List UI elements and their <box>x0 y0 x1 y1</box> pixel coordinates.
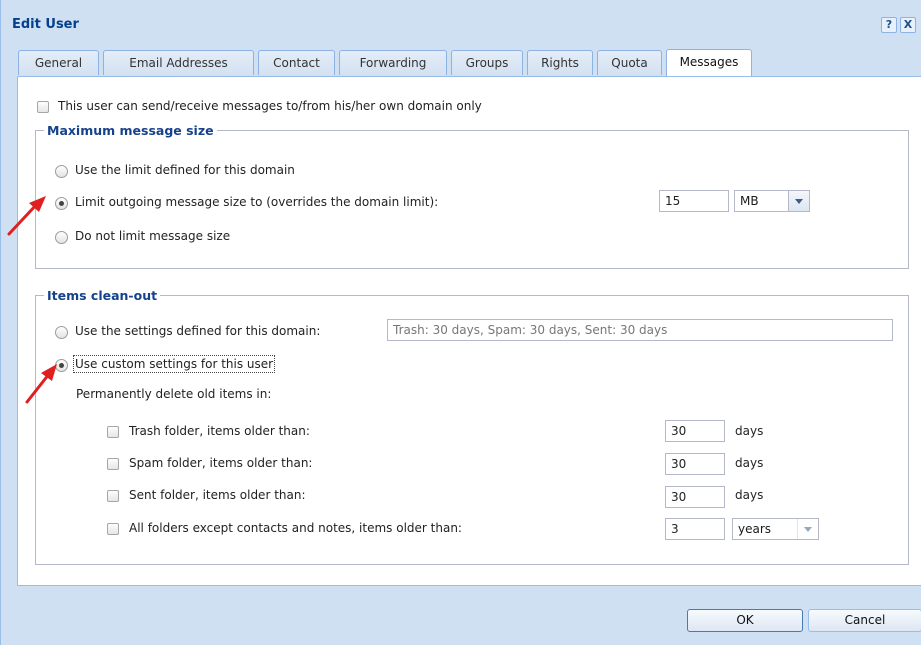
edit-user-window: Edit User ? X General Email Addresses Co… <box>0 0 921 645</box>
delete-old-items-label: Permanently delete old items in: <box>76 387 272 401</box>
close-icon[interactable]: X <box>900 17 916 33</box>
tab-email-addresses[interactable]: Email Addresses <box>103 50 254 75</box>
cancel-button[interactable]: Cancel <box>808 609 921 632</box>
messages-panel: This user can send/receive messages to/f… <box>17 76 921 586</box>
tab-forwarding[interactable]: Forwarding <box>339 50 447 75</box>
all-folders-unit-select[interactable]: years <box>732 518 819 540</box>
own-domain-label: This user can send/receive messages to/f… <box>58 99 482 113</box>
radio-domain-cleanout[interactable] <box>55 326 68 339</box>
sent-days-unit: days <box>735 488 764 502</box>
size-unit-select[interactable]: MB <box>734 190 810 212</box>
ok-button[interactable]: OK <box>687 609 803 632</box>
tab-quota[interactable]: Quota <box>597 50 662 75</box>
radio-domain-limit-label: Use the limit defined for this domain <box>75 163 295 177</box>
radio-custom-cleanout-label: Use custom settings for this user <box>72 355 276 373</box>
size-unit-value: MB <box>740 194 759 208</box>
spam-days-input[interactable]: 30 <box>665 453 725 475</box>
title-bar: Edit User ? X <box>1 0 921 44</box>
sent-days-input[interactable]: 30 <box>665 486 725 508</box>
trash-cleanout-label: Trash folder, items older than: <box>129 424 310 438</box>
trash-cleanout-checkbox[interactable] <box>107 426 119 438</box>
own-domain-checkbox[interactable] <box>37 101 49 113</box>
annotation-arrow-icon <box>25 364 57 404</box>
help-icon[interactable]: ? <box>881 17 897 33</box>
tab-messages[interactable]: Messages <box>666 49 752 78</box>
radio-domain-cleanout-label: Use the settings defined for this domain… <box>75 324 321 338</box>
radio-custom-limit[interactable] <box>55 197 68 210</box>
sent-cleanout-checkbox[interactable] <box>107 490 119 502</box>
all-folders-cleanout-label: All folders except contacts and notes, i… <box>129 521 462 535</box>
trash-days-input[interactable]: 30 <box>665 420 725 442</box>
all-folders-unit-value: years <box>738 522 772 536</box>
window-title: Edit User <box>12 17 79 32</box>
all-folders-cleanout-checkbox[interactable] <box>107 523 119 535</box>
annotation-arrow-icon <box>7 196 46 236</box>
max-size-legend: Maximum message size <box>47 123 214 138</box>
tab-contact[interactable]: Contact <box>258 50 335 75</box>
tab-groups[interactable]: Groups <box>451 50 523 75</box>
tab-rights[interactable]: Rights <box>527 50 593 75</box>
all-folders-age-input[interactable]: 3 <box>665 518 725 540</box>
spam-days-unit: days <box>735 456 764 470</box>
sent-cleanout-label: Sent folder, items older than: <box>129 488 306 502</box>
message-size-input[interactable]: 15 <box>659 190 729 212</box>
spam-cleanout-checkbox[interactable] <box>107 458 119 470</box>
cleanout-legend: Items clean-out <box>47 288 158 303</box>
chevron-down-icon[interactable] <box>797 519 818 539</box>
trash-days-unit: days <box>735 424 764 438</box>
radio-no-limit[interactable] <box>55 231 68 244</box>
spam-cleanout-label: Spam folder, items older than: <box>129 456 313 470</box>
chevron-down-icon[interactable] <box>788 191 809 211</box>
tab-general[interactable]: General <box>18 50 99 75</box>
domain-cleanout-settings: Trash: 30 days, Spam: 30 days, Sent: 30 … <box>387 319 893 341</box>
radio-custom-limit-label: Limit outgoing message size to (override… <box>75 195 439 209</box>
radio-domain-limit[interactable] <box>55 165 68 178</box>
radio-no-limit-label: Do not limit message size <box>75 229 231 243</box>
